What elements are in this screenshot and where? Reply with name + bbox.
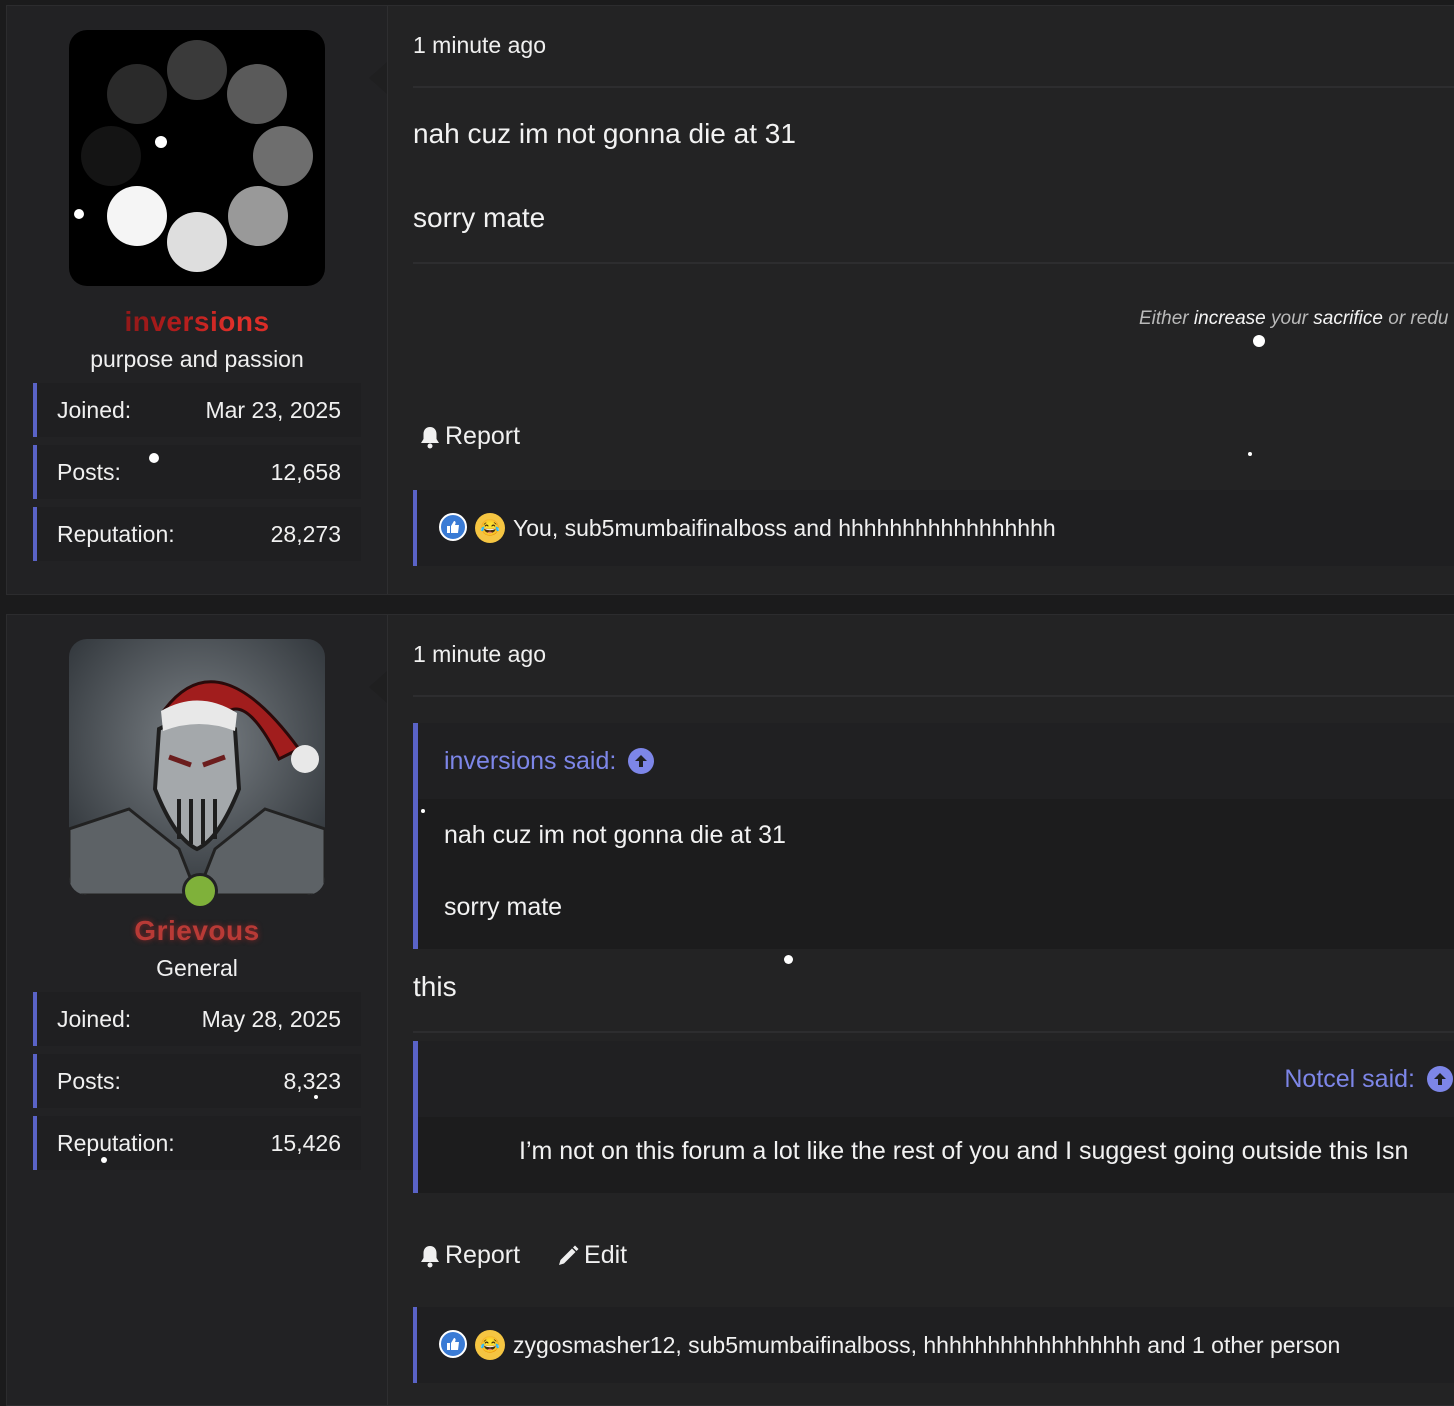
- reactions-bar[interactable]: 😂 zygosmasher12, sub5mumbaifinalboss, hh…: [413, 1307, 1454, 1383]
- stat-label: Reputation:: [57, 520, 175, 547]
- avatar[interactable]: [69, 639, 325, 895]
- stat-label: Posts:: [57, 1067, 121, 1094]
- quote-text-line: nah cuz im not gonna die at 31: [444, 821, 786, 849]
- stat-posts: Posts: 12,658: [33, 445, 361, 499]
- user-info-panel: inversions purpose and passion Joined: M…: [7, 6, 388, 594]
- divider: [413, 1031, 1454, 1033]
- signature-text: Either: [1139, 308, 1194, 329]
- edit-button[interactable]: Edit: [556, 1241, 627, 1270]
- arrow-up-icon[interactable]: [628, 748, 655, 774]
- quote-text-line: I’m not on this forum a lot like the res…: [519, 1137, 1409, 1165]
- post-actions: Report Edit: [419, 1241, 627, 1270]
- post: inversions purpose and passion Joined: M…: [6, 5, 1454, 595]
- post-text-line: this: [413, 971, 457, 1002]
- stat-reputation: Reputation: 15,426: [33, 1116, 361, 1170]
- quote-block: inversions said: nah cuz im not gonna di…: [413, 723, 1454, 949]
- post-text-line: nah cuz im not gonna die at 31: [413, 118, 796, 149]
- online-status-indicator: [182, 873, 218, 909]
- quote-author-link[interactable]: Notcel said:: [1284, 1065, 1415, 1094]
- reactions-text[interactable]: zygosmasher12, sub5mumbaifinalboss, hhhh…: [513, 1332, 1340, 1359]
- snow-particle: [421, 809, 425, 813]
- post: Grievous General Joined: May 28, 2025 Po…: [6, 614, 1454, 1406]
- divider: [413, 86, 1454, 88]
- stat-reputation: Reputation: 28,273: [33, 507, 361, 561]
- post-actions: Report: [419, 422, 520, 451]
- stat-joined: Joined: May 28, 2025: [33, 992, 361, 1046]
- post-arrow: [369, 671, 387, 703]
- snow-particle: [1248, 452, 1252, 456]
- stat-value: May 28, 2025: [201, 1005, 341, 1032]
- username[interactable]: inversions: [7, 306, 387, 338]
- quote-author-link[interactable]: inversions said:: [444, 747, 616, 776]
- post-timestamp[interactable]: 1 minute ago: [413, 32, 546, 59]
- post-text-line: sorry mate: [413, 202, 546, 233]
- report-button[interactable]: Report: [419, 1241, 520, 1270]
- crying-laugh-icon: 😂: [475, 513, 505, 543]
- snow-particle: [314, 1095, 318, 1099]
- signature-text: or redu: [1382, 308, 1449, 329]
- user-stats: Joined: May 28, 2025 Posts: 8,323 Reputa…: [33, 992, 361, 1178]
- post-timestamp[interactable]: 1 minute ago: [413, 641, 546, 668]
- user-stats: Joined: Mar 23, 2025 Posts: 12,658 Reput…: [33, 383, 361, 569]
- quote-body: I’m not on this forum a lot like the res…: [418, 1117, 1454, 1193]
- user-title: General: [156, 955, 238, 981]
- stat-value: 15,426: [270, 1129, 341, 1156]
- user-title: purpose and passion: [90, 346, 304, 372]
- arrow-up-icon[interactable]: [1427, 1066, 1453, 1092]
- signature: Either increase your sacrifice or redu: [1139, 308, 1448, 330]
- snow-particle: [149, 453, 159, 463]
- stat-value[interactable]: 8,323: [283, 1068, 341, 1095]
- username[interactable]: Grievous: [7, 915, 387, 947]
- quote-body: nah cuz im not gonna die at 31 sorry mat…: [418, 799, 1454, 949]
- signature-emphasis: increase: [1193, 308, 1266, 329]
- snow-particle: [784, 955, 793, 964]
- stat-value: 28,273: [270, 520, 341, 547]
- quote-header: inversions said:: [418, 723, 1454, 799]
- quote-text-line: sorry mate: [444, 893, 563, 921]
- report-label: Report: [445, 1241, 521, 1269]
- user-info-panel: Grievous General Joined: May 28, 2025 Po…: [7, 615, 388, 1405]
- pencil-icon: [559, 1245, 579, 1265]
- crying-laugh-icon: 😂: [475, 1330, 505, 1360]
- avatar[interactable]: [69, 30, 325, 286]
- reaction-icons: 😂: [439, 513, 505, 543]
- stat-joined: Joined: Mar 23, 2025: [33, 383, 361, 437]
- report-button[interactable]: Report: [419, 422, 520, 451]
- stat-label: Joined:: [57, 396, 132, 423]
- stat-label: Joined:: [57, 1005, 132, 1032]
- post-arrow: [369, 62, 387, 94]
- stat-label: Posts:: [57, 458, 121, 485]
- post-content: 1 minute ago inversions said: nah cuz im…: [413, 615, 1454, 1405]
- quote-block: Notcel said: I’m not on this forum a lot…: [413, 1041, 1454, 1193]
- stat-posts: Posts: 8,323: [33, 1054, 361, 1108]
- divider: [413, 262, 1454, 264]
- reaction-icons: 😂: [439, 1330, 505, 1360]
- signature-emphasis: sacrifice: [1313, 308, 1383, 329]
- reactions-bar[interactable]: 😂 You, sub5mumbaifinalboss and hhhhhhhhh…: [413, 490, 1454, 566]
- quote-header: Notcel said:: [418, 1041, 1454, 1117]
- stat-label: Reputation:: [57, 1129, 175, 1156]
- signature-text: your: [1265, 308, 1314, 329]
- like-icon: [439, 513, 467, 541]
- snow-particle: [1253, 335, 1265, 347]
- edit-label: Edit: [584, 1241, 628, 1269]
- reactions-text[interactable]: You, sub5mumbaifinalboss and hhhhhhhhhhh…: [513, 515, 1056, 542]
- bell-icon: [421, 1245, 439, 1267]
- bell-icon: [421, 426, 439, 448]
- report-label: Report: [445, 422, 521, 450]
- like-icon: [439, 1330, 467, 1358]
- snow-particle: [101, 1157, 107, 1163]
- stat-value: Mar 23, 2025: [205, 396, 341, 423]
- stat-value[interactable]: 12,658: [271, 459, 341, 486]
- divider: [413, 695, 1454, 697]
- post-content: 1 minute ago nah cuz im not gonna die at…: [413, 6, 1454, 594]
